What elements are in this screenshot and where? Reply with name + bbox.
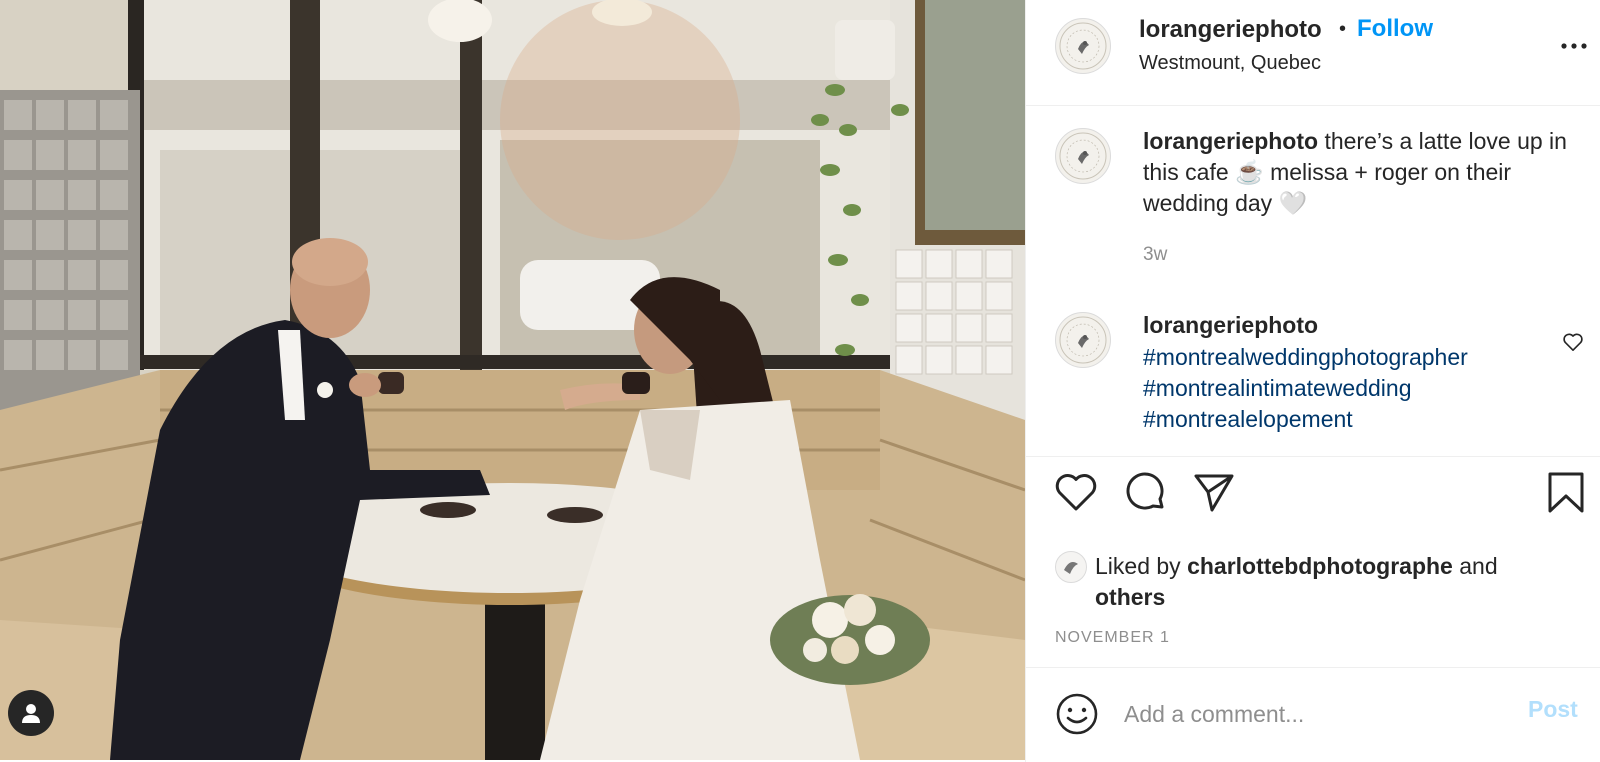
comment-hashtags: #montrealweddingphotographer #montrealin… [1143, 342, 1468, 435]
heart-icon[interactable] [1054, 471, 1098, 513]
emoji-icon[interactable] [1055, 692, 1099, 736]
comment-input[interactable] [1124, 696, 1504, 732]
post-photo[interactable] [0, 0, 1025, 760]
post-comment-button[interactable]: Post [1528, 696, 1578, 723]
hashtag-link[interactable]: #montrealelopement [1143, 404, 1468, 435]
likes-summary: Liked by charlottebdphotographe and other… [1055, 551, 1575, 613]
header-username[interactable]: lorangeriephoto [1139, 16, 1322, 44]
hashtag-link[interactable]: #montrealweddingphotographer [1143, 342, 1468, 373]
post-date[interactable]: NOVEMBER 1 [1055, 629, 1170, 647]
logo-icon [1059, 22, 1107, 70]
caption-timestamp[interactable]: 3w [1143, 244, 1167, 266]
logo-icon [1059, 132, 1107, 180]
liked-by-and: and [1452, 553, 1498, 579]
bird-logo-icon [1057, 553, 1085, 581]
liker-avatar[interactable] [1055, 551, 1087, 583]
hashtag-link[interactable]: #montrealintimatewedding [1143, 373, 1468, 404]
actions-section: Liked by charlottebdphotographe and other… [1026, 456, 1600, 668]
caption: lorangeriephoto there’s a latte love up … [1143, 126, 1583, 219]
user-icon [22, 704, 40, 723]
avatar[interactable] [1055, 18, 1111, 74]
follow-button[interactable]: Follow [1357, 15, 1433, 43]
comment-icon[interactable] [1124, 471, 1168, 515]
avatar[interactable] [1055, 128, 1111, 184]
separator-dot: • [1339, 18, 1347, 40]
liked-by-prefix: Liked by [1095, 553, 1188, 579]
tagged-users-button[interactable] [8, 690, 54, 736]
logo-icon [1059, 316, 1107, 364]
more-options-icon [1561, 43, 1587, 49]
location-link[interactable]: Westmount, Quebec [1139, 52, 1321, 75]
comments-section: lorangeriephoto there’s a latte love up … [1026, 106, 1600, 456]
comment-like-heart-icon[interactable] [1562, 332, 1584, 352]
caption-username[interactable]: lorangeriephoto [1143, 128, 1318, 154]
post-image [0, 0, 1025, 760]
avatar[interactable] [1055, 312, 1111, 368]
share-icon[interactable] [1192, 471, 1236, 513]
liker-username[interactable]: charlottebdphotographe [1187, 553, 1453, 579]
add-comment-bar: Post [1026, 668, 1600, 762]
bookmark-icon[interactable] [1546, 471, 1586, 515]
more-options-button[interactable] [1558, 34, 1590, 58]
post-header: lorangeriephoto • Follow Westmount, Queb… [1026, 0, 1600, 106]
liked-by-others[interactable]: others [1095, 584, 1165, 610]
comment-username[interactable]: lorangeriephoto [1143, 312, 1318, 339]
post-sidebar: lorangeriephoto • Follow Westmount, Queb… [1025, 0, 1600, 762]
